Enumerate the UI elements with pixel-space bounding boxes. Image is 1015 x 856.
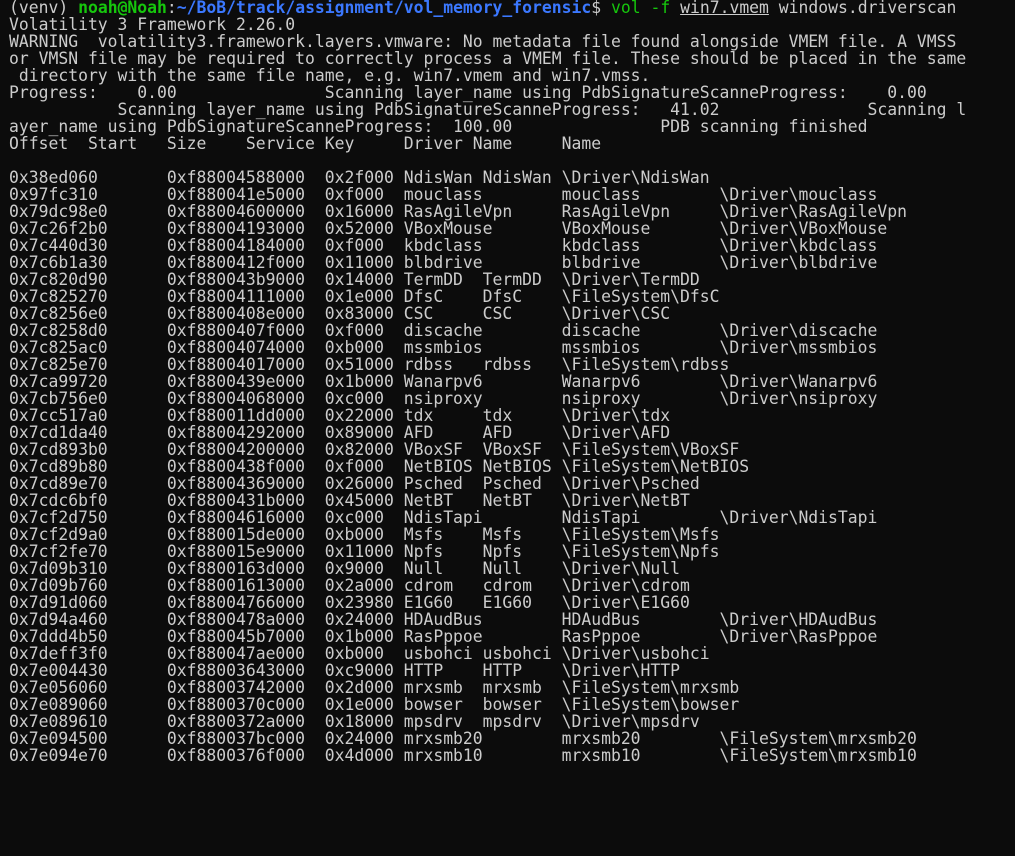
table-row: 0x7e094e70 0xf8800376f000 0x4d000 mrxsmb…: [9, 746, 917, 765]
driver-table: 0x38ed060 0xf88004588000 0x2f000 NdisWan…: [9, 168, 1015, 765]
terminal-window[interactable]: (venv) noah@Noah:~/BoB/track/assignment/…: [0, 0, 1015, 856]
command-plugin-arg: windows.driverscan: [778, 0, 957, 17]
command-name: vol: [611, 0, 641, 17]
command-file-arg: win7.vmem: [680, 0, 769, 17]
prompt-dollar: $: [591, 0, 602, 17]
command-flag: -f: [650, 0, 671, 17]
